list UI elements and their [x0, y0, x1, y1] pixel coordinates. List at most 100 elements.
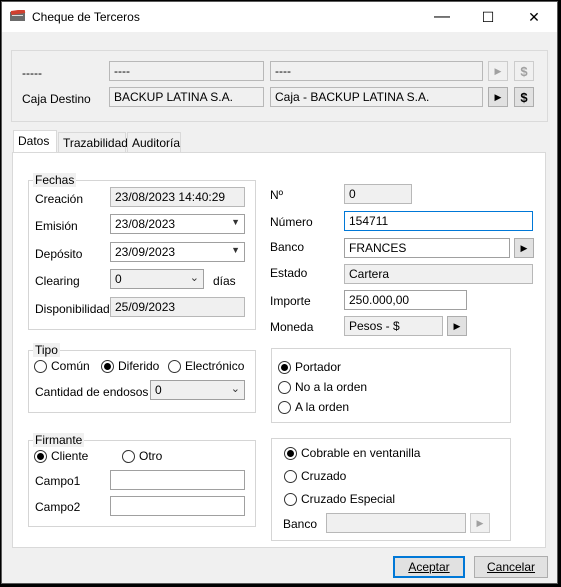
cobro-cruzado-radio[interactable]: Cruzado	[284, 469, 346, 483]
campo2-label: Campo2	[35, 500, 81, 514]
numero-input[interactable]: 154711	[344, 211, 533, 231]
firmante-cliente-radio[interactable]: Cliente	[34, 449, 88, 463]
app-icon	[10, 10, 26, 21]
row1-dollar-button[interactable]: $	[514, 61, 534, 81]
tipo-electronico-radio[interactable]: Electrónico	[168, 359, 244, 373]
radio-indicator	[122, 449, 135, 463]
cobro-banco-label: Banco	[283, 517, 318, 531]
tipo-comun-label: Común	[51, 359, 90, 373]
clearing-value: 0	[115, 272, 122, 286]
tab-datos[interactable]: Datos	[13, 130, 57, 153]
row1-select-button[interactable]: ▶	[488, 61, 508, 81]
banco-label: Banco	[270, 240, 305, 254]
emision-label: Emisión	[35, 219, 78, 233]
tipo-legend: Tipo	[33, 343, 60, 357]
fechas-legend: Fechas	[33, 173, 77, 187]
orden-no-a-la-orden-label: No a la orden	[295, 380, 368, 394]
dias-label: días	[213, 274, 236, 288]
emision-value: 23/08/2023	[115, 217, 176, 231]
endosos-label: Cantidad de endosos	[35, 385, 149, 399]
estado-label: Estado	[270, 266, 308, 280]
radio-indicator	[284, 446, 297, 460]
radio-indicator	[284, 469, 297, 483]
estado-field: Cartera	[344, 264, 533, 284]
clearing-select[interactable]: 0 ⌄	[110, 269, 204, 289]
cobro-cruzado-especial-label: Cruzado Especial	[301, 492, 396, 506]
moneda-select-button[interactable]: ▶	[447, 316, 467, 336]
creacion-field: 23/08/2023 14:40:29	[110, 187, 245, 207]
caja-destino-dollar-button[interactable]: $	[514, 87, 534, 107]
tipo-diferido-radio[interactable]: Diferido	[101, 359, 159, 373]
campo1-label: Campo1	[35, 474, 81, 488]
creacion-label: Creación	[35, 192, 84, 206]
numero-label: Número	[270, 215, 313, 229]
banco-select-button[interactable]: ▶	[514, 238, 534, 258]
row1-field1: ----	[109, 61, 264, 81]
firmante-cliente-label: Cliente	[51, 449, 89, 463]
minimize-button[interactable]: —	[419, 2, 465, 32]
importe-input[interactable]: 250.000,00	[344, 290, 467, 310]
radio-indicator	[34, 359, 47, 373]
caja-destino-select-button[interactable]: ▶	[488, 87, 508, 107]
importe-label: Importe	[270, 294, 311, 308]
cobro-banco-select-button[interactable]: ▶	[470, 513, 490, 533]
chevron-down-icon: ▼	[231, 217, 240, 227]
radio-indicator	[278, 400, 291, 414]
orden-a-la-orden-radio[interactable]: A la orden	[278, 400, 349, 414]
campo1-input[interactable]	[110, 470, 245, 490]
deposito-value: 23/09/2023	[115, 245, 176, 259]
radio-indicator	[34, 449, 47, 463]
moneda-label: Moneda	[270, 320, 314, 334]
orden-a-la-orden-label: A la orden	[295, 400, 350, 414]
radio-indicator	[284, 492, 297, 506]
tipo-comun-radio[interactable]: Común	[34, 359, 90, 373]
maximize-button[interactable]: ☐	[465, 2, 511, 32]
chevron-down-icon: ⌄	[230, 383, 240, 395]
nro-label: Nº	[270, 188, 284, 202]
endosos-select[interactable]: 0 ⌄	[150, 380, 245, 400]
endosos-value: 0	[155, 383, 162, 397]
radio-indicator	[278, 380, 291, 394]
cobro-cruzado-especial-radio[interactable]: Cruzado Especial	[284, 492, 395, 506]
caja-destino-field: BACKUP LATINA S.A.	[109, 87, 264, 107]
aceptar-button[interactable]: Aceptar	[393, 556, 465, 578]
cobro-banco-field	[326, 513, 466, 533]
tab-trazabilidad[interactable]: Trazabilidad	[58, 132, 128, 153]
cancelar-button[interactable]: Cancelar	[474, 556, 548, 578]
caja-destino-label: Caja Destino	[22, 92, 91, 106]
moneda-field: Pesos - $	[344, 316, 443, 336]
emision-datepicker[interactable]: 23/08/2023 ▼	[110, 214, 245, 234]
cobro-cruzado-label: Cruzado	[301, 469, 347, 483]
tipo-diferido-label: Diferido	[118, 359, 160, 373]
title-bar: Cheque de Terceros — ☐ ✕	[2, 2, 557, 32]
caja-destino-account-field: Caja - BACKUP LATINA S.A.	[270, 87, 483, 107]
row1-label: -----	[22, 66, 42, 80]
clearing-label: Clearing	[35, 274, 80, 288]
row1-field2: ----	[270, 61, 483, 81]
banco-input[interactable]: FRANCES	[344, 238, 510, 258]
campo2-input[interactable]	[110, 496, 245, 516]
radio-indicator	[278, 360, 291, 374]
radio-indicator	[101, 359, 114, 373]
aceptar-label: Aceptar	[408, 560, 450, 574]
nro-field: 0	[344, 184, 412, 204]
chevron-down-icon: ⌄	[189, 272, 199, 284]
firmante-legend: Firmante	[33, 433, 85, 447]
window-title: Cheque de Terceros	[32, 10, 140, 24]
tab-auditoria[interactable]: Auditoría	[127, 132, 181, 153]
orden-no-a-la-orden-radio[interactable]: No a la orden	[278, 380, 367, 394]
deposito-datepicker[interactable]: 23/09/2023 ▼	[110, 242, 245, 262]
disponibilidad-label: Disponibilidad	[35, 302, 110, 316]
orden-portador-radio[interactable]: Portador	[278, 360, 341, 374]
dialog-window: Cheque de Terceros — ☐ ✕ ----- ---- ----…	[1, 1, 558, 584]
chevron-down-icon: ▼	[231, 245, 240, 255]
orden-portador-label: Portador	[295, 360, 342, 374]
radio-indicator	[168, 359, 181, 373]
firmante-otro-label: Otro	[139, 449, 163, 463]
firmante-otro-radio[interactable]: Otro	[122, 449, 162, 463]
cancelar-label: Cancelar	[486, 560, 536, 574]
cobro-ventanilla-label: Cobrable en ventanilla	[301, 446, 421, 460]
close-button[interactable]: ✕	[511, 2, 557, 32]
disponibilidad-field: 25/09/2023	[110, 297, 245, 317]
cobro-ventanilla-radio[interactable]: Cobrable en ventanilla	[284, 446, 420, 460]
